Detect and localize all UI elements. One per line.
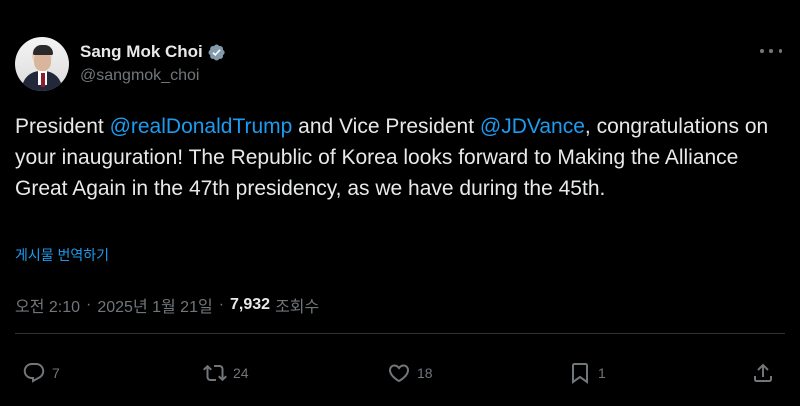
repost-icon — [203, 364, 227, 382]
bookmark-button[interactable]: 1 — [568, 360, 606, 386]
tweet-meta: 오전 2:10 · 2025년 1월 21일 · 7,932 조회수 — [15, 293, 319, 317]
like-icon — [388, 364, 410, 383]
more-dot — [769, 49, 773, 53]
repost-button[interactable]: 24 — [203, 360, 249, 386]
tweet-date[interactable]: 2025년 1월 21일 — [97, 293, 212, 317]
like-button[interactable]: 18 — [387, 360, 433, 386]
more-dot — [760, 49, 764, 53]
views-label: 조회수 — [275, 299, 320, 316]
divider — [15, 333, 785, 334]
share-icon — [754, 363, 772, 382]
tweet-text: President @realDonaldTrump and Vice Pres… — [15, 111, 785, 204]
avatar[interactable] — [15, 37, 69, 91]
like-count: 18 — [417, 365, 433, 381]
avatar-tie — [41, 73, 45, 87]
share-button[interactable] — [751, 360, 775, 386]
tweet-card: Sang Mok Choi @sangmok_choi President @r… — [0, 0, 800, 406]
separator-dot: · — [218, 296, 225, 313]
avatar-hair — [33, 45, 53, 55]
author-handle[interactable]: @sangmok_choi — [80, 67, 199, 85]
tweet-time[interactable]: 오전 2:10 — [15, 293, 80, 317]
author-display-name[interactable]: Sang Mok Choi — [80, 42, 203, 62]
tweet-text-segment: President — [15, 115, 110, 138]
more-dot — [778, 49, 782, 53]
repost-count: 24 — [233, 365, 249, 381]
verified-badge-icon[interactable] — [207, 43, 226, 62]
mention-link[interactable]: @realDonaldTrump — [110, 115, 293, 138]
reply-count: 7 — [52, 365, 60, 381]
translate-post-link[interactable]: 게시물 번역하기 — [15, 245, 109, 265]
reply-icon — [23, 363, 45, 383]
views-count: 7,932 — [230, 296, 271, 313]
tweet-text-segment: and Vice President — [292, 115, 480, 138]
bookmark-icon — [572, 363, 588, 384]
reply-button[interactable]: 7 — [22, 360, 60, 386]
more-icon[interactable] — [760, 45, 782, 57]
bookmark-count: 1 — [598, 365, 606, 381]
author-name-row: Sang Mok Choi — [80, 41, 226, 63]
mention-link[interactable]: @JDVance — [480, 115, 585, 138]
separator-dot: · — [86, 296, 92, 313]
